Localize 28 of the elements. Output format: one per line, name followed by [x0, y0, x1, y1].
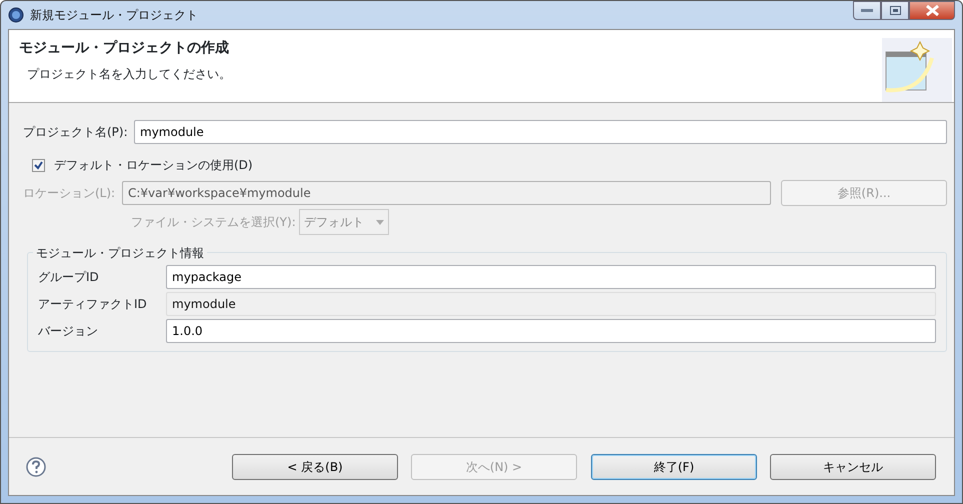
window-wizard-icon: [882, 38, 952, 102]
field-label: バージョン: [38, 323, 99, 340]
wizard-button[interactable]: キャンセル: [770, 454, 936, 480]
text-field[interactable]: 1.0.0: [166, 319, 936, 343]
minimize-button[interactable]: [853, 1, 881, 20]
location-label: ロケーション(L):: [23, 185, 116, 202]
dropdown-caret-icon: [376, 220, 384, 224]
default-location-checkbox[interactable]: [32, 158, 45, 172]
wizard-button[interactable]: < 戻る(B): [232, 454, 398, 480]
maximize-button[interactable]: [881, 1, 909, 20]
maximize-icon: [890, 6, 900, 15]
file-system-label: ファイル・システムを選択(Y):: [131, 214, 296, 231]
page-title: モジュール・プロジェクトの作成: [19, 39, 230, 58]
project-name-field[interactable]: mymodule: [134, 120, 947, 144]
help-icon[interactable]: [26, 456, 46, 476]
group-title: モジュール・プロジェクト情報: [33, 244, 207, 262]
window-title: 新規モジュール・プロジェクト: [30, 7, 198, 24]
default-location-label: デフォルト・ロケーションの使用(D): [54, 157, 253, 174]
field-label: グループID: [38, 269, 100, 286]
field-label: アーティファクトID: [38, 296, 148, 313]
minimize-icon: [861, 8, 873, 12]
close-icon: [926, 5, 938, 16]
app-icon: [8, 7, 24, 23]
text-field[interactable]: mypackage: [166, 265, 936, 289]
page-message: プロジェクト名を入力してください。: [27, 66, 232, 83]
close-button[interactable]: [909, 1, 955, 20]
project-name-label: プロジェクト名(P):: [23, 124, 129, 141]
wizard-button[interactable]: 終了(F): [591, 454, 757, 480]
